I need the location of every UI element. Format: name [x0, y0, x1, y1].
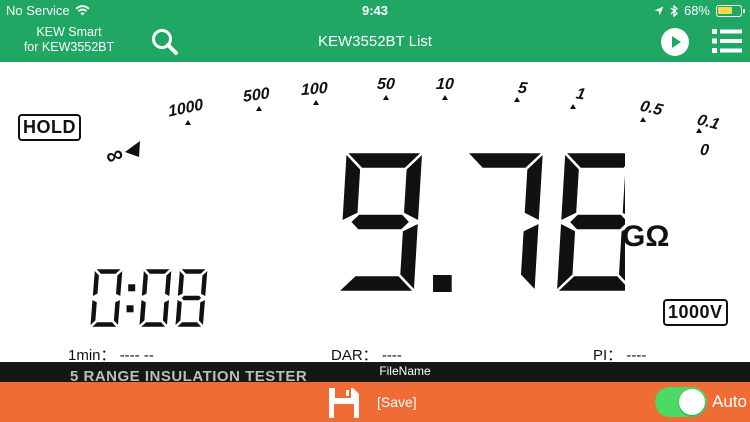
colon-dot [128, 284, 136, 292]
toggle-knob [679, 389, 705, 415]
digit-segment [139, 266, 151, 300]
scale-label-0: 0 [699, 142, 710, 159]
list-menu-icon[interactable] [712, 28, 742, 54]
reading-unit: GΩ [622, 220, 670, 253]
nav-bar: KEW Smart for KEW3552BT KEW3552BT List [0, 22, 750, 62]
scale-label-5: 5 [516, 79, 529, 98]
colon-dot [126, 305, 134, 313]
play-icon[interactable] [661, 28, 689, 56]
scale-tick [514, 97, 520, 102]
status-time: 9:43 [361, 3, 389, 18]
bottom-bar: [Save] Auto [0, 382, 750, 422]
scale-tick [256, 106, 262, 111]
main-reading-display [335, 150, 625, 294]
decimal-point [433, 275, 452, 292]
app-root: No Service 9:43 68% KEW Smart for KEW355… [0, 0, 750, 422]
save-button[interactable]: [Save] [377, 394, 417, 410]
status-right: 68% [654, 3, 745, 18]
battery-icon [716, 4, 745, 17]
auto-label: Auto [712, 392, 747, 411]
scale-label-50: 50 [376, 76, 396, 93]
bluetooth-icon [670, 4, 678, 17]
scale-tick [442, 95, 448, 100]
auto-toggle[interactable] [655, 387, 707, 417]
digit-segment [348, 212, 412, 232]
scale-label-500: 500 [242, 85, 271, 106]
filename-strip: 5 RANGE INSULATION TESTER FileName [0, 362, 750, 382]
floppy-disk-icon[interactable] [327, 386, 361, 420]
battery-percent: 68% [683, 3, 710, 18]
scale-tick [640, 117, 646, 122]
voltage-indicator: 1000V [663, 299, 728, 326]
digit-segment [178, 293, 205, 303]
filename-label[interactable]: FileName [0, 364, 750, 378]
meter-display: 1000 500 100 50 10 5 1 0.5 0.1 0 ∞ HOLD … [0, 62, 750, 364]
infinity-pointer-icon [125, 141, 140, 157]
hold-indicator: HOLD [18, 114, 81, 141]
location-arrow-icon [654, 6, 664, 15]
digit-segment [567, 212, 625, 232]
status-bar: No Service 9:43 68% [0, 0, 750, 22]
main-reading-digits [335, 150, 625, 294]
nav-title: KEW3552BT List [318, 33, 432, 50]
digit-segment [90, 266, 102, 300]
battery-level-fill [718, 6, 732, 14]
scale-label-100: 100 [300, 79, 328, 100]
scale-tick [696, 128, 702, 133]
scale-label-1: 1 [574, 85, 587, 104]
timer-digits [87, 266, 211, 330]
timer-display [87, 266, 211, 330]
scale-label-10: 10 [435, 76, 455, 93]
scale-tick [570, 104, 576, 109]
digit-segment [518, 220, 542, 294]
scale-tick [313, 100, 319, 105]
scale-tick [383, 95, 389, 100]
scale-label-1000: 1000 [167, 96, 205, 121]
scale-tick [185, 120, 191, 125]
